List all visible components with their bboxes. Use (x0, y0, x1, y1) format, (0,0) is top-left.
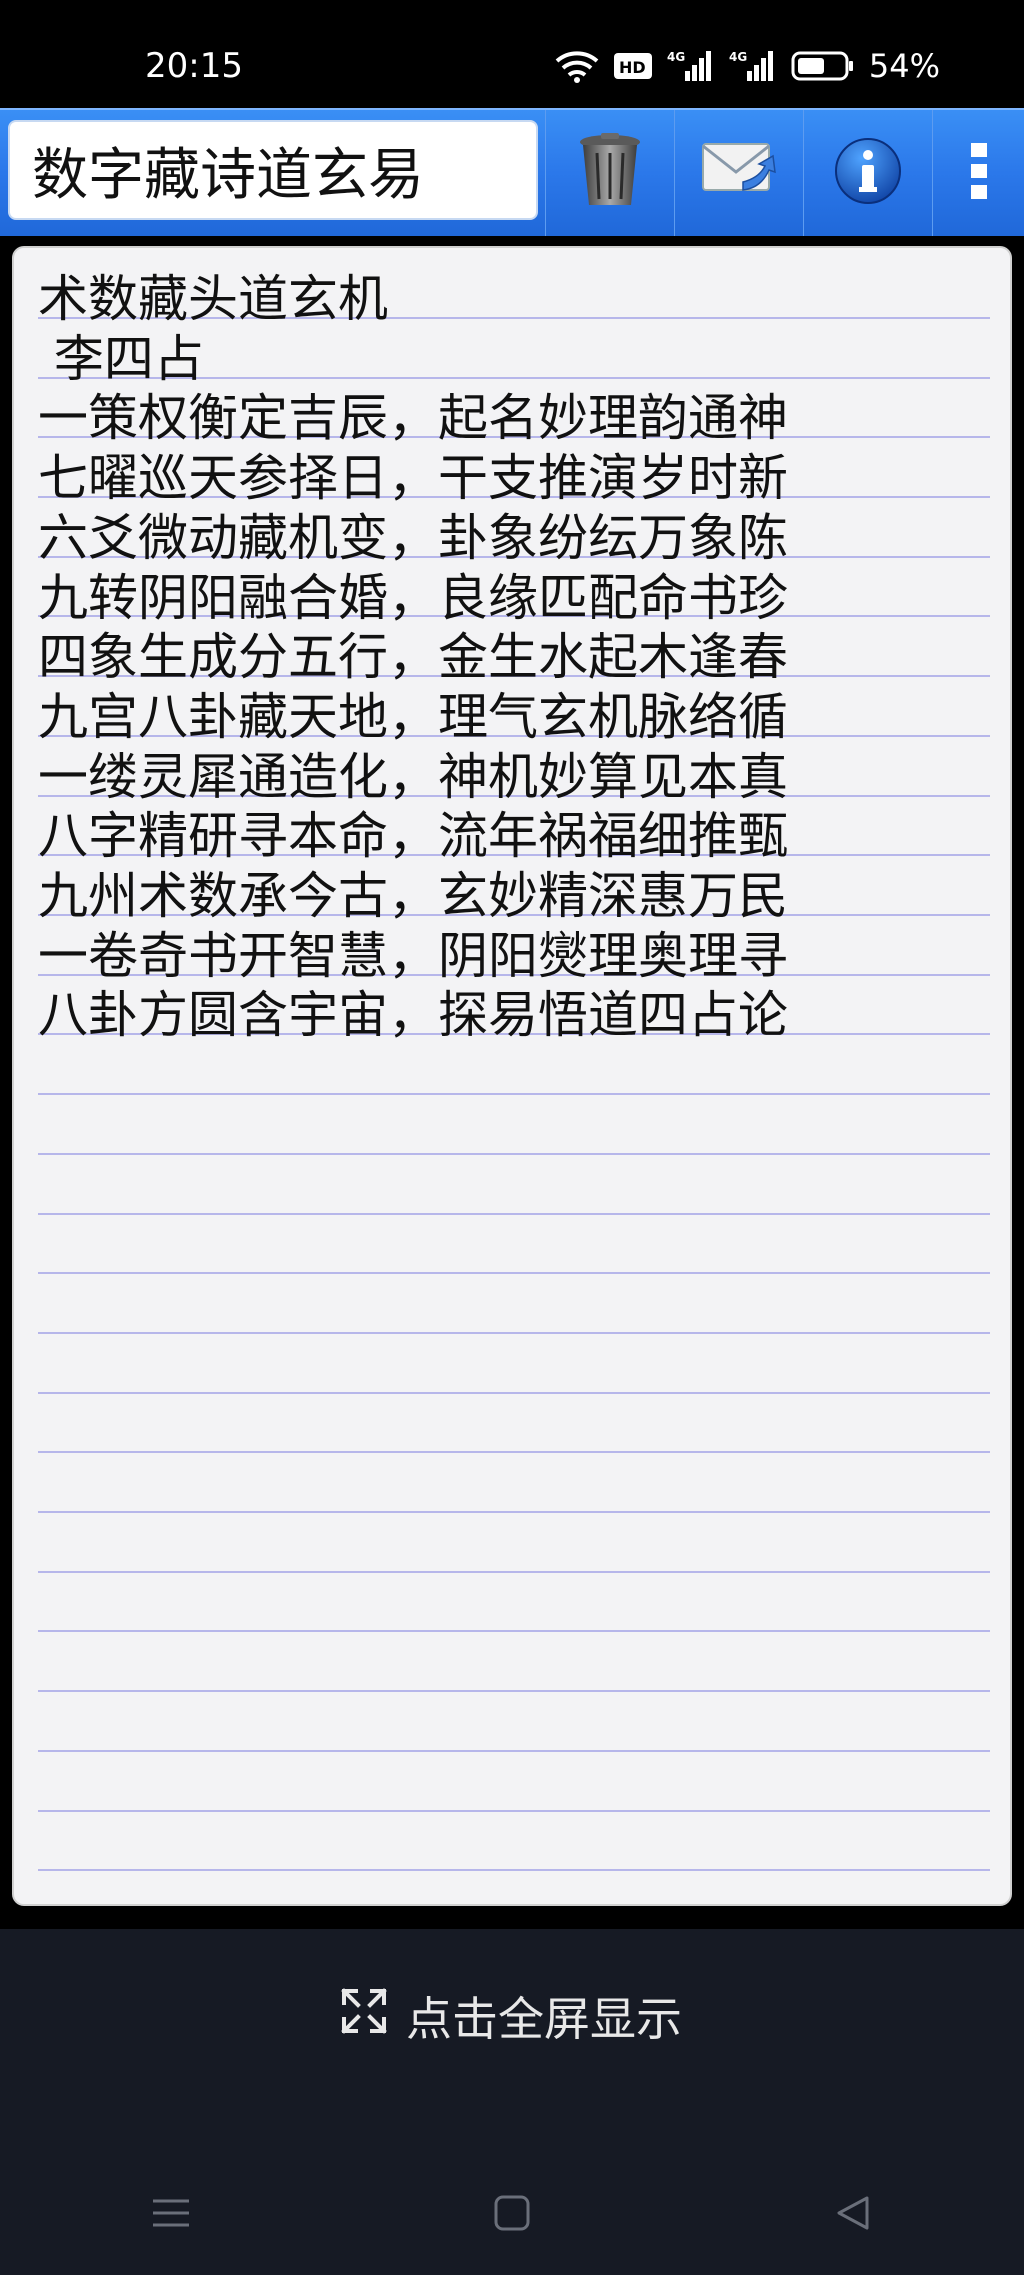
rule-line (38, 1630, 990, 1632)
rule-line (38, 1869, 990, 1871)
rule-line (38, 1690, 990, 1692)
signal-4g-icon: 4G (729, 49, 777, 83)
expand-icon (340, 1987, 388, 2046)
note-line: 七曜巡天参择日，干支推演岁时新 (38, 449, 788, 508)
note-line: 九转阴阳融合婚，良缘匹配命书珍 (38, 568, 788, 627)
menu-nav-button[interactable] (141, 2185, 201, 2245)
svg-text:4G: 4G (667, 50, 685, 64)
rule-line (38, 1750, 990, 1752)
mail-icon (699, 138, 779, 208)
send-mail-button[interactable] (674, 110, 803, 236)
status-bar: 20:15 HD 4G 4G 54% (0, 0, 1024, 108)
rule-line (38, 1332, 990, 1334)
rule-line (38, 1213, 990, 1215)
rule-line (38, 1511, 990, 1513)
svg-text:4G: 4G (729, 50, 747, 64)
signal-4g-icon: 4G (667, 49, 715, 83)
rule-line (38, 1571, 990, 1573)
note-editor[interactable]: 术数藏头道玄机 李四占 一策权衡定吉辰，起名妙理韵通神 七曜巡天参择日，干支推演岁时… (12, 246, 1012, 1906)
note-line: 术数藏头道玄机 (38, 270, 388, 328)
back-triangle-icon (835, 2195, 871, 2235)
more-vert-icon (967, 139, 991, 207)
app-toolbar: 数字藏诗道玄易 (0, 108, 1024, 236)
svg-text:HD: HD (619, 58, 646, 77)
trash-icon (575, 133, 645, 213)
note-title-field[interactable]: 数字藏诗道玄易 (8, 120, 538, 220)
menu-icon (152, 2198, 189, 2232)
note-line: 一策权衡定吉辰，起名妙理韵通神 (38, 389, 788, 448)
note-line: 九宫八卦藏天地，理气玄机脉络循 (38, 687, 788, 746)
note-line: 李四占 (38, 329, 204, 388)
note-line: 一卷奇书开智慧，阴阳爕理奥理寻 (38, 926, 788, 985)
rule-line (38, 1451, 990, 1453)
delete-button[interactable] (545, 110, 674, 236)
info-icon (833, 136, 903, 210)
system-nav-bar (0, 2155, 1024, 2275)
note-line: 八卦方圆含宇宙，探易悟道四占论 (38, 986, 788, 1045)
home-square-icon (494, 2195, 530, 2235)
note-line: 四象生成分五行，金生水起木逢春 (38, 628, 788, 687)
note-line: 六爻微动藏机变，卦象纷纭万象陈 (38, 508, 788, 567)
more-options-button[interactable] (932, 110, 1024, 236)
note-line: 一缕灵犀通造化，神机妙算见本真 (38, 747, 788, 806)
status-time: 20:15 (145, 46, 243, 86)
note-text: 术数藏头道玄机 李四占 一策权衡定吉辰，起名妙理韵通神 七曜巡天参择日，干支推演岁时… (38, 270, 978, 1046)
wifi-icon (555, 49, 599, 83)
note-line: 八字精研寻本命，流年祸福细推甄 (38, 807, 788, 866)
info-button[interactable] (803, 110, 932, 236)
rule-line (38, 1392, 990, 1394)
note-line: 九州术数承今古，玄妙精深惠万民 (38, 867, 788, 926)
bottom-panel: 点击全屏显示 (0, 1929, 1024, 2275)
rule-line (38, 1272, 990, 1274)
hd-icon: HD (613, 51, 653, 81)
battery-percent: 54% (868, 47, 940, 85)
fullscreen-label: 点击全屏显示 (406, 1992, 682, 2046)
rule-line (38, 1153, 990, 1155)
rule-line (38, 1810, 990, 1812)
home-nav-button[interactable] (482, 2185, 542, 2245)
back-nav-button[interactable] (823, 2185, 883, 2245)
rule-line (38, 1093, 990, 1095)
battery-icon (791, 50, 855, 82)
fullscreen-button[interactable]: 点击全屏显示 (340, 1981, 682, 2051)
status-icons: HD 4G 4G 54% (555, 44, 940, 88)
